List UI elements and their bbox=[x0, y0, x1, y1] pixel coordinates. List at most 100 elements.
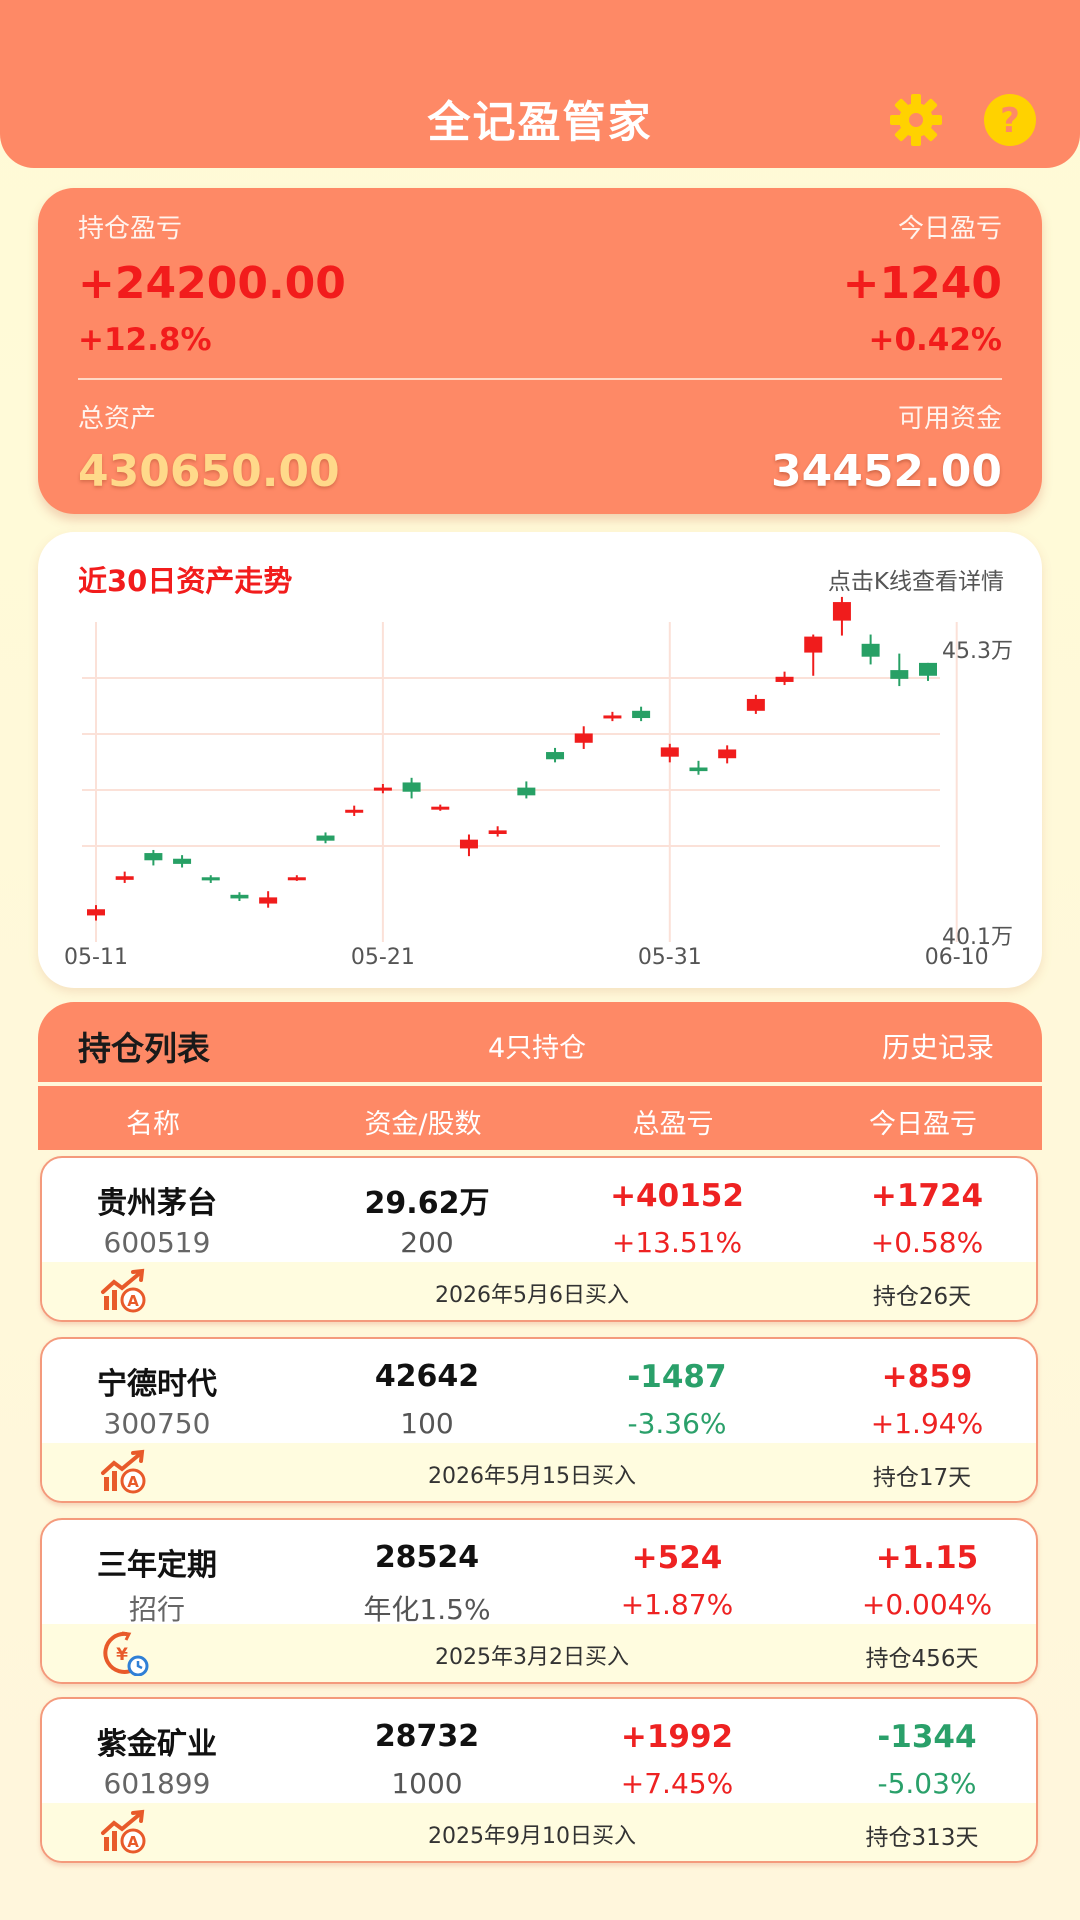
candle-body bbox=[488, 830, 507, 834]
chart-title: 近30日资产走势 bbox=[78, 564, 293, 598]
holding-today-pl: +1724 bbox=[870, 1178, 984, 1214]
stock-trend-icon: A bbox=[101, 1809, 146, 1854]
stock-trend-icon: A bbox=[101, 1449, 146, 1494]
stock-trend-icon: A bbox=[101, 1268, 146, 1313]
holding-card[interactable]: 三年定期 招行 28524 年化1.5% +524 +1.87% +1.15 +… bbox=[40, 1518, 1038, 1684]
holding-footer: A 2025年9月10日买入 持仓313天 bbox=[42, 1803, 1036, 1861]
candle-body bbox=[660, 747, 679, 757]
holding-footer: A 2026年5月15日买入 持仓17天 bbox=[42, 1443, 1036, 1501]
svg-text:A: A bbox=[127, 1292, 139, 1310]
holding-footer: A 2026年5月6日买入 持仓26天 bbox=[42, 1262, 1036, 1320]
today-pl-label: 今日盈亏 bbox=[897, 214, 1002, 244]
available-funds-label: 可用资金 bbox=[897, 404, 1002, 434]
holding-name: 紫金矿业 bbox=[97, 1727, 217, 1762]
candle-body bbox=[775, 676, 794, 682]
column-amount: 资金/股数 bbox=[364, 1109, 482, 1140]
column-name: 名称 bbox=[126, 1109, 180, 1140]
holding-card[interactable]: 贵州茅台 600519 29.62万 200 +40152 +13.51% +1… bbox=[40, 1156, 1038, 1322]
holding-buy-date: 2025年3月2日买入 bbox=[435, 1645, 629, 1670]
candle-body bbox=[746, 698, 765, 711]
svg-text:A: A bbox=[127, 1833, 139, 1851]
holding-days: 持仓313天 bbox=[865, 1825, 979, 1851]
holding-today-pl-pct: +0.004% bbox=[861, 1588, 993, 1621]
x-tick-label: 05-21 bbox=[351, 945, 415, 970]
candle-body bbox=[373, 787, 392, 791]
today-pl-pct: +0.42% bbox=[868, 322, 1002, 358]
candlestick-chart[interactable]: 45.3万40.1万05-11 05-21 05-31 06-10 bbox=[38, 532, 1042, 988]
total-assets-value: 430650.00 bbox=[78, 446, 340, 497]
candle-body bbox=[804, 636, 823, 653]
history-link[interactable]: 历史记录 bbox=[882, 1026, 994, 1066]
holding-shares: 100 bbox=[400, 1407, 454, 1440]
holding-total-pl: +40152 bbox=[610, 1178, 744, 1214]
candle-body bbox=[259, 897, 278, 904]
holding-name: 宁德时代 bbox=[97, 1367, 217, 1402]
chart-hint[interactable]: 点击K线查看详情 bbox=[828, 562, 1004, 596]
y-tick-label: 45.3万 bbox=[942, 639, 1013, 664]
holding-today-pl: +1.15 bbox=[875, 1540, 979, 1576]
position-pl-value: +24200.00 bbox=[78, 258, 346, 309]
holding-code: 600519 bbox=[103, 1226, 211, 1259]
available-funds-value: 34452.00 bbox=[770, 446, 1002, 497]
gear-icon[interactable] bbox=[888, 92, 944, 148]
svg-text:?: ? bbox=[1000, 101, 1020, 141]
candle-body bbox=[345, 809, 364, 813]
holding-code: 招行 bbox=[128, 1593, 185, 1626]
holding-shares: 1000 bbox=[391, 1767, 463, 1800]
holding-total-pl-pct: +1.87% bbox=[620, 1588, 734, 1621]
candle-body bbox=[689, 767, 708, 772]
positions-count: 4只持仓 bbox=[488, 1033, 587, 1064]
candle-body bbox=[574, 733, 593, 743]
candle-body bbox=[861, 643, 880, 657]
candle-body bbox=[144, 853, 163, 861]
holding-card[interactable]: 宁德时代 300750 42642 100 -1487 -3.36% +859 … bbox=[40, 1337, 1038, 1503]
candle-body bbox=[201, 877, 220, 881]
candle-body bbox=[173, 858, 192, 864]
candle-body bbox=[87, 909, 105, 916]
holding-days: 持仓17天 bbox=[872, 1465, 972, 1491]
positions-header: 持仓列表 4只持仓 历史记录 bbox=[38, 1002, 1042, 1082]
holding-buy-date: 2026年5月15日买入 bbox=[428, 1464, 636, 1489]
holding-today-pl-pct: +1.94% bbox=[870, 1407, 984, 1440]
svg-text:A: A bbox=[127, 1473, 139, 1491]
holding-buy-date: 2025年9月10日买入 bbox=[428, 1824, 636, 1849]
asset-trend-card[interactable]: 45.3万 40.1万 05-11 05-21 05-31 06-10 近30日资产走势 … bbox=[38, 532, 1042, 988]
column-total-pl: 总盈亏 bbox=[632, 1109, 714, 1140]
x-tick-label: 05-11 bbox=[64, 945, 128, 970]
candle-body bbox=[919, 662, 937, 676]
holding-code: 300750 bbox=[103, 1407, 211, 1440]
candle-body bbox=[517, 787, 536, 796]
holding-today-pl: -1344 bbox=[877, 1719, 977, 1755]
total-assets-label: 总资产 bbox=[78, 404, 157, 434]
positions-title: 持仓列表 bbox=[78, 1029, 210, 1068]
holding-total-pl-pct: -3.36% bbox=[627, 1407, 727, 1440]
deposit-clock-icon: ¥ bbox=[103, 1631, 149, 1676]
holding-shares: 年化1.5% bbox=[363, 1593, 491, 1626]
summary-divider bbox=[78, 378, 1002, 380]
holding-name: 贵州茅台 bbox=[97, 1186, 217, 1221]
candle-body bbox=[115, 876, 134, 880]
candle-body bbox=[546, 752, 565, 760]
x-tick-label: 05-31 bbox=[638, 945, 702, 970]
candle-body bbox=[402, 782, 421, 792]
holding-total-pl-pct: +13.51% bbox=[611, 1226, 743, 1259]
holding-amount: 42642 bbox=[374, 1359, 480, 1394]
question-icon[interactable]: ? bbox=[982, 92, 1038, 148]
holding-today-pl-pct: +0.58% bbox=[870, 1226, 984, 1259]
candle-body bbox=[632, 710, 651, 719]
candle-body bbox=[287, 877, 306, 881]
summary-card: 持仓盈亏 今日盈亏 +24200.00 +1240 +12.8% +0.42% … bbox=[38, 188, 1042, 514]
position-pl-label: 持仓盈亏 bbox=[78, 214, 183, 244]
holding-total-pl: +524 bbox=[631, 1540, 723, 1576]
app-header: 全记盈管家 ? bbox=[0, 0, 1080, 168]
holding-card[interactable]: 紫金矿业 601899 28732 1000 +1992 +7.45% -134… bbox=[40, 1697, 1038, 1863]
candle-body bbox=[230, 894, 249, 899]
candle-body bbox=[459, 839, 478, 849]
candle-body bbox=[316, 835, 335, 841]
candle-body bbox=[832, 602, 851, 621]
candle-body bbox=[431, 806, 450, 810]
holding-shares: 200 bbox=[400, 1226, 454, 1259]
holding-buy-date: 2026年5月6日买入 bbox=[435, 1283, 629, 1308]
holding-footer: ¥ 2025年3月2日买入 持仓456天 bbox=[42, 1624, 1036, 1682]
position-pl-pct: +12.8% bbox=[78, 322, 212, 358]
